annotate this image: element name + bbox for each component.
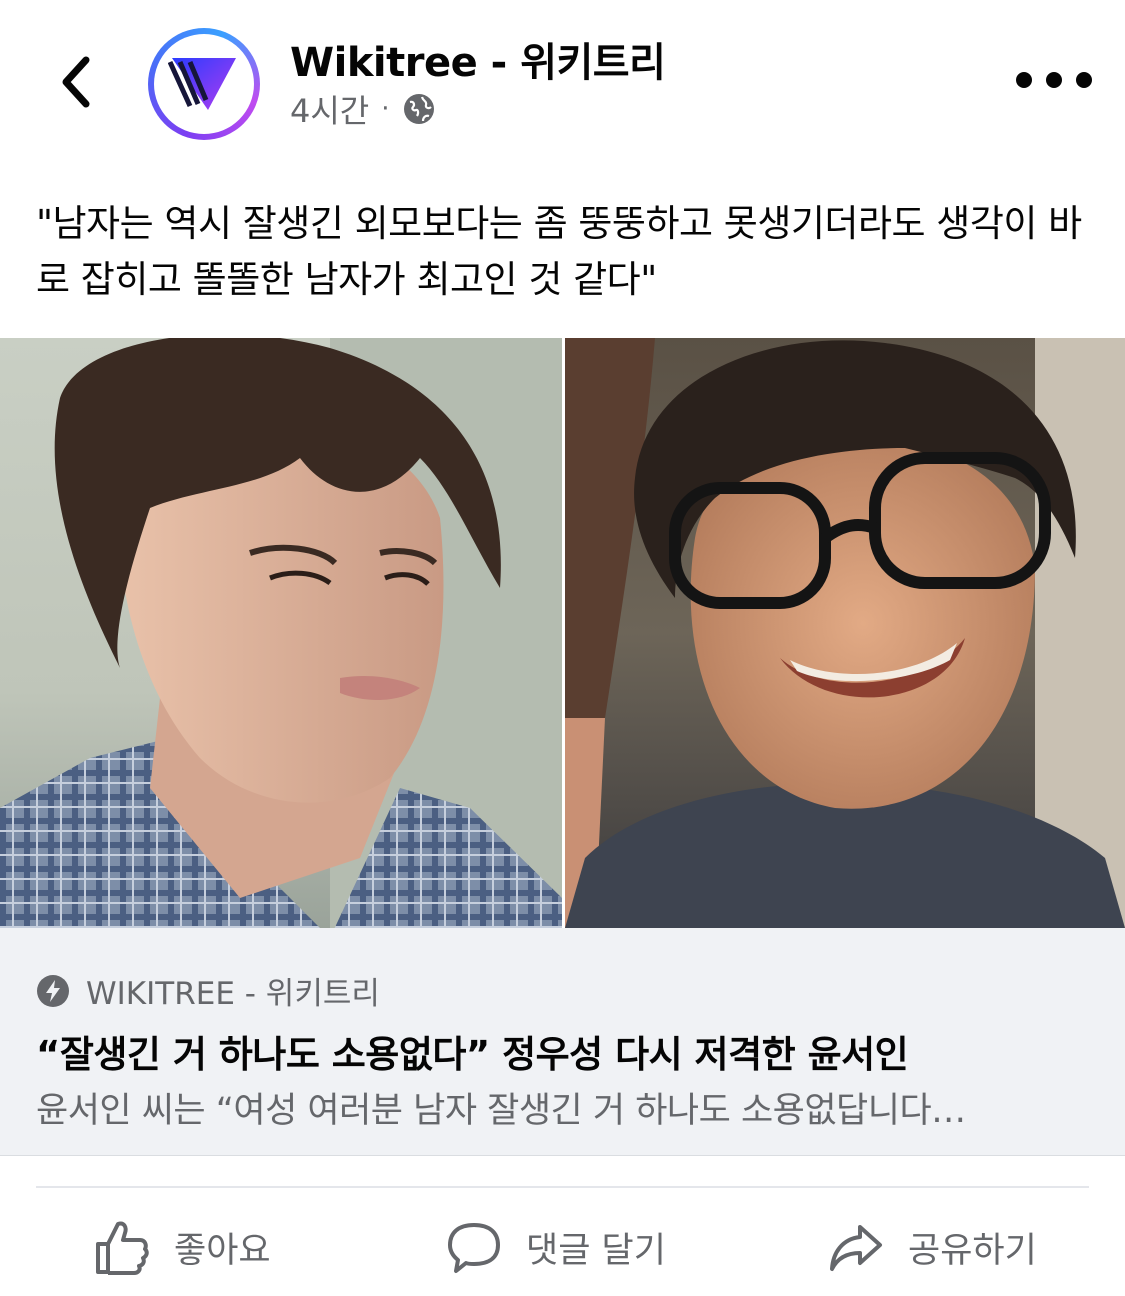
more-dot (1076, 72, 1092, 88)
wikitree-logo-mark (168, 58, 236, 110)
back-button[interactable] (46, 50, 106, 114)
more-dot (1016, 72, 1032, 88)
comment-button[interactable]: 댓글 달기 (446, 1214, 666, 1280)
portrait-illustration-left (0, 338, 562, 928)
portrait-illustration-right (565, 338, 1125, 928)
link-title[interactable]: “잘생긴 거 하나도 소용없다” 정우성 다시 저격한 윤서인 (36, 1024, 909, 1078)
post-photo[interactable] (0, 338, 1125, 928)
link-preview-card[interactable]: WIKITREE - 위키트리 “잘생긴 거 하나도 소용없다” 정우성 다시 … (0, 928, 1125, 1156)
instant-article-bolt-icon (37, 974, 69, 1007)
post-meta: 4시간 · (290, 86, 436, 132)
thumbs-up-icon (96, 1221, 149, 1275)
facebook-post: Wikitree - 위키트리 4시간 · "남자는 역시 잘생긴 외모보다는 … (0, 0, 1125, 1296)
post-actions-bar: 좋아요 댓글 달기 공유하기 (0, 1200, 1125, 1296)
share-label: 공유하기 (908, 1230, 1037, 1271)
more-options-button[interactable] (1016, 62, 1092, 98)
photo-right-portrait (565, 338, 1125, 928)
post-header: Wikitree - 위키트리 4시간 · (0, 0, 1125, 160)
link-description: 윤서인 씨는 “여성 여러분 남자 잘생긴 거 하나도 소용없답니다… (36, 1091, 966, 1131)
meta-separator: · (381, 94, 390, 124)
photo-left-portrait (0, 338, 562, 928)
more-dot (1046, 72, 1062, 88)
link-source: WIKITREE - 위키트리 (36, 968, 380, 1013)
like-label: 좋아요 (174, 1230, 271, 1271)
post-time[interactable]: 4시간 (290, 86, 369, 132)
actions-divider (36, 1186, 1089, 1188)
chevron-left-icon (62, 56, 90, 108)
page-avatar[interactable] (148, 28, 260, 140)
page-name[interactable]: Wikitree - 위키트리 (290, 30, 666, 88)
comment-bubble-icon (448, 1223, 500, 1273)
comment-label: 댓글 달기 (526, 1230, 666, 1271)
share-button[interactable]: 공유하기 (828, 1214, 1037, 1280)
wikitree-logo (154, 34, 254, 134)
globe-icon[interactable] (402, 92, 436, 126)
share-arrow-icon (830, 1225, 882, 1271)
like-button[interactable]: 좋아요 (94, 1214, 271, 1280)
post-caption: "남자는 역시 잘생긴 외모보다는 좀 뚱뚱하고 못생기더라도 생각이 바로 잡… (36, 202, 1082, 301)
link-source-label: WIKITREE - 위키트리 (86, 976, 380, 1012)
